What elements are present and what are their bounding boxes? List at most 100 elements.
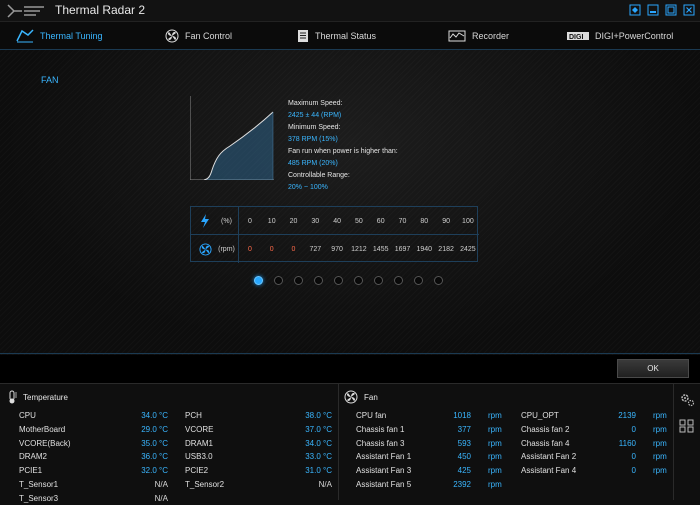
tab-recorder[interactable]: Recorder [448,26,509,46]
minimize-button[interactable] [646,3,660,17]
fan-unit: rpm [488,480,502,489]
max-speed-value: 2425 ± 44 (RPM) [288,112,342,119]
fan-run-label: Fan run when power is higher than: [288,148,398,155]
settings-icon[interactable] [628,3,642,17]
rpm-row: (rpm) 0 0 0 727 970 1212 1455 1697 1940 2182 2425 [191,235,479,263]
pager-dot[interactable] [374,276,383,285]
rpm-cell[interactable]: 2425 [457,235,479,263]
gear-icon[interactable] [679,392,695,408]
sensor-value: N/A [318,480,332,489]
rpm-cell[interactable]: 0 [283,235,305,263]
fan-row: Chassis fan 3 593 rpm [356,439,506,451]
rpm-cell[interactable]: 2182 [435,235,457,263]
tuf-logo [7,4,44,18]
panel-divider [673,384,674,500]
close-button[interactable] [682,3,696,17]
sensor-name: VCORE(Back) [19,438,71,448]
sensor-value: 35.0 °C [141,438,168,448]
fan-unit: rpm [653,452,667,462]
fan-name: Chassis fan 3 [356,438,405,448]
thermal-tuning-icon [16,29,34,43]
maximize-button[interactable] [664,3,678,17]
tab-label: DIGI+PowerControl [595,31,674,41]
fan-speed: 1018 [453,411,471,420]
max-speed-label: Maximum Speed: [288,100,343,107]
rpm-cell[interactable]: 1455 [370,235,392,263]
pager-dot[interactable] [394,276,403,285]
pager-dot[interactable] [274,276,283,285]
fan-run-value: 485 RPM (20%) [288,160,338,167]
sensor-name: MotherBoard [19,424,66,434]
digi-icon: DIGI [567,32,589,41]
pager-dot[interactable] [314,276,323,285]
rpm-cell[interactable]: 1697 [392,235,414,263]
min-speed-label: Minimum Speed: [288,124,341,131]
fan-row: Assistant Fan 2 0 rpm [521,452,671,464]
percent-unit: (%) [215,207,239,235]
document-icon [298,30,308,42]
percent-cell: 90 [442,217,450,225]
grid-view-icon[interactable] [679,418,695,434]
percent-cell: 0 [247,217,252,225]
sensor-name: CPU [19,411,36,420]
pager-dot[interactable] [254,276,263,285]
rpm-cell[interactable]: 1212 [348,235,370,263]
sensor-name: PCIE2 [185,466,209,476]
pager-dot[interactable] [434,276,443,285]
fan-unit: rpm [653,466,667,476]
fan-icon [344,390,358,404]
app-title: Thermal Radar 2 [55,3,146,17]
temperature-row: MotherBoard 29.0 °C [19,425,168,437]
fan-row: Chassis fan 1 377 rpm [356,425,506,437]
fan-name: Assistant Fan 5 [356,480,412,489]
sensor-name: T_Sensor2 [185,480,225,489]
tab-bar: Thermal Tuning Fan Control Thermal Statu… [0,22,700,52]
tab-label: Recorder [472,31,510,41]
sensor-name: PCIE1 [19,466,43,476]
pager-dot[interactable] [414,276,423,285]
sensor-value: 33.0 °C [305,452,332,462]
section-title: FAN [41,75,59,85]
fan-icon [195,235,215,263]
fan-unit: rpm [488,466,502,476]
pager-dot[interactable] [294,276,303,285]
fan-title: Fan [364,392,378,402]
percent-cell: 70 [398,217,407,225]
temperature-header: Temperature [7,390,68,404]
temperature-row: PCH 38.0 °C [185,411,332,423]
fan-unit: rpm [653,411,667,420]
fan-speed-table: (%) 0 10 20 30 40 50 60 70 80 90 100 (rpm) 0 0 0 727 9… [190,206,479,263]
range-label: Controllable Range: [288,172,350,179]
tab-fan-control[interactable]: Fan Control [165,26,232,46]
sensor-name: T_Sensor1 [19,480,59,489]
tab-label: Thermal Status [315,31,377,41]
tab-digi-power-control[interactable]: DIGI DIGI+PowerControl [567,26,673,46]
sensor-value: N/A [154,480,168,489]
rpm-cell[interactable]: 1940 [413,235,435,263]
temperature-row: T_Sensor1 N/A [19,480,168,492]
fan-name: Chassis fan 1 [356,424,405,434]
rpm-cell[interactable]: 727 [304,235,326,263]
percent-cell: 60 [376,217,385,225]
pager-dot[interactable] [334,276,343,285]
fan-name: CPU fan [356,411,387,420]
sensor-value: 38.0 °C [305,411,332,420]
tab-thermal-status[interactable]: Thermal Status [297,26,376,46]
fan-speed: 593 [457,438,471,448]
fan-row: CPU fan 1018 rpm [356,411,506,423]
fan-speed: 2139 [618,411,636,420]
ok-button[interactable]: OK [617,359,689,378]
thermometer-icon [9,390,17,404]
rpm-cell[interactable]: 0 [261,235,283,263]
fan-tuning-panel: FAN Maximum Speed: 2425 ± 44 (RPM) Minim… [0,50,700,355]
pager-dot[interactable] [354,276,363,285]
fan-name: Assistant Fan 4 [521,466,577,476]
fan-unit: rpm [653,438,667,448]
fan-unit: rpm [488,411,502,420]
tab-thermal-tuning[interactable]: Thermal Tuning [10,26,111,52]
fan-name: Assistant Fan 1 [356,452,412,462]
percent-cell: 100 [462,217,474,225]
rpm-cell[interactable]: 970 [326,235,348,263]
sensor-value: 34.0 °C [141,411,168,420]
rpm-cell[interactable]: 0 [239,235,261,263]
